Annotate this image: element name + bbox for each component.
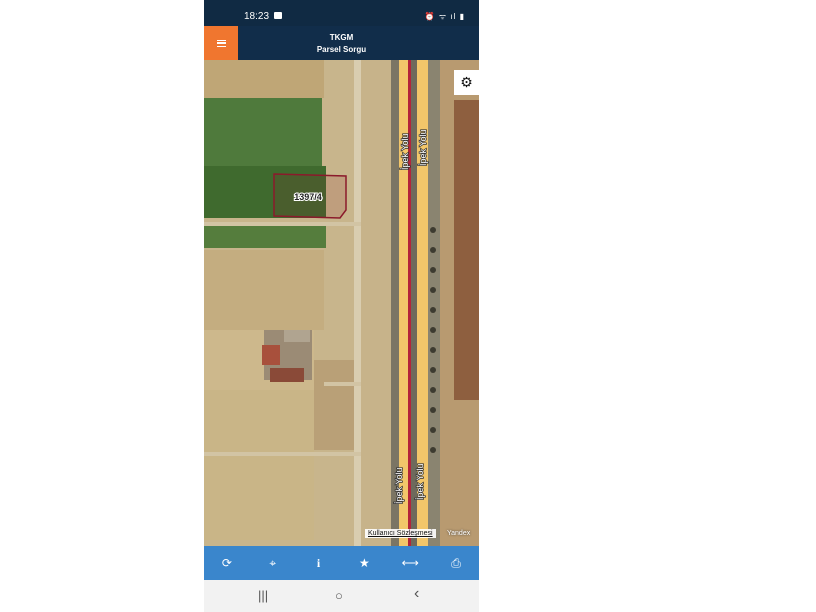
dirt-road — [354, 60, 361, 546]
info-button[interactable]: i — [296, 546, 342, 580]
field-lower-3 — [204, 390, 314, 540]
roadside-field — [361, 60, 391, 546]
settings-button[interactable]: ⚙ — [454, 70, 479, 95]
locate-icon: ⌖ — [269, 555, 277, 570]
print-button[interactable]: ⎙ — [433, 546, 479, 580]
app-title: TKGM — [329, 33, 354, 42]
system-nav-bar: ||| ○ ‹ — [204, 580, 479, 612]
road-label-2: İpek Yolu — [418, 129, 428, 166]
road-label-4: İpek Yolu — [415, 463, 425, 500]
road-label-1: İpek Yolu — [400, 133, 410, 170]
back-button[interactable]: ‹ — [414, 585, 419, 603]
gallery-notification-icon — [274, 12, 282, 19]
favorite-button[interactable]: ★ — [341, 546, 387, 580]
map-provider-label: Yandex — [447, 530, 471, 537]
locate-button[interactable]: ⌖ — [250, 546, 296, 580]
satellite-map[interactable]: 1397/4 İpek Yolu İpek Yolu İpek Yolu İpe… — [204, 60, 479, 546]
app-subtitle: Parsel Sorgu — [316, 45, 367, 54]
star-icon: ★ — [359, 556, 370, 570]
refresh-icon: ⟳ — [221, 556, 232, 570]
gear-icon: ⚙ — [460, 74, 473, 90]
parcel-label: 1397/4 — [294, 192, 322, 202]
refresh-button[interactable]: ⟳ — [204, 546, 250, 580]
print-icon: ⎙ — [451, 555, 461, 570]
phone-screen: 18:23 ⏰ ᯤ ıl ▮ TKGM Parsel Sorgu 1397/4 … — [204, 0, 479, 612]
menu-button[interactable] — [204, 26, 238, 60]
road-label-3: İpek Yolu — [394, 467, 404, 504]
measure-icon: ⟷ — [401, 556, 419, 570]
farmhouse-roof-3 — [270, 368, 304, 382]
recent-apps-button[interactable]: ||| — [258, 588, 268, 603]
field-top — [204, 60, 324, 98]
field-right-plowed — [454, 100, 479, 400]
info-icon: i — [316, 555, 321, 570]
field-lower-1 — [204, 250, 324, 330]
status-bar: 18:23 ⏰ ᯤ ıl ▮ — [204, 0, 479, 26]
measure-button[interactable]: ⟷ — [387, 546, 433, 580]
bottom-toolbar: ⟳ ⌖ i ★ ⟷ ⎙ — [204, 546, 479, 580]
highway-median — [408, 60, 411, 546]
map-canvas[interactable]: 1397/4 İpek Yolu İpek Yolu İpek Yolu İpe… — [204, 60, 479, 546]
status-time: 18:23 — [244, 11, 270, 22]
app-header: TKGM Parsel Sorgu — [204, 26, 479, 60]
home-button[interactable]: ○ — [335, 588, 343, 603]
green-field-1 — [204, 98, 322, 166]
farmhouse-roof-1 — [262, 345, 280, 365]
status-icons: ⏰ ᯤ ıl ▮ — [424, 12, 465, 21]
user-agreement-link[interactable]: Kullanıcı Sözleşmesi — [365, 529, 436, 538]
highway-verge-right — [428, 60, 440, 546]
farmhouse-roof-2 — [284, 330, 310, 342]
field-lower-4 — [314, 360, 354, 450]
